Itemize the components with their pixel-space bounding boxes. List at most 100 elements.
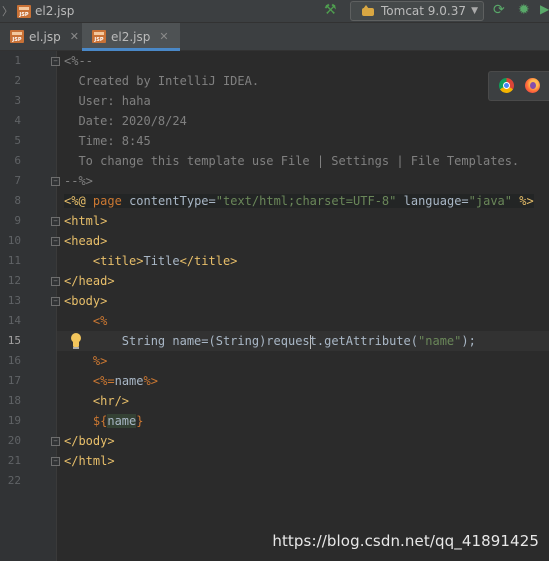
tomcat-icon [361, 5, 375, 17]
run-configuration-label: Tomcat 9.0.37 [381, 4, 466, 18]
value-contentType: "text/html;charset=UTF-8" [215, 194, 397, 208]
code-line-13: <body> [64, 294, 108, 308]
line-number: 6 [14, 154, 21, 167]
gutter-divider [56, 51, 57, 561]
tab-label: el2.jsp [111, 29, 151, 44]
line-number: 22 [7, 474, 21, 487]
scriptlet-close: %> [92, 354, 108, 368]
line-number: 16 [7, 354, 21, 367]
code-line-12: </head> [64, 274, 115, 288]
fold-marker[interactable]: − [51, 57, 60, 66]
close-icon[interactable]: ✕ [159, 30, 168, 43]
fold-marker[interactable]: − [51, 457, 60, 466]
code-line-8: <%@ page contentType="text/html;charset=… [64, 191, 534, 211]
run-configuration-select[interactable]: Tomcat 9.0.37 ▼ [350, 1, 484, 21]
line-number: 19 [7, 414, 21, 427]
attr-contentType: contentType= [129, 194, 216, 208]
run-icon[interactable]: ▶ [540, 2, 549, 16]
fold-marker[interactable]: − [51, 437, 60, 446]
code-editor[interactable]: 1 2 3 4 5 6 7 8 9 10 11 12 13 14 15 16 17 18 19 20 21 22 − − … [0, 51, 549, 561]
el-open: ${ [92, 414, 108, 428]
attr-language: language= [403, 194, 469, 208]
title-close-tag: </title> [179, 254, 238, 268]
code-line-10: <head> [64, 234, 108, 248]
code-line-14: <% [64, 311, 107, 331]
code-line-1: <%-- [64, 54, 93, 68]
line-number: 11 [7, 254, 21, 267]
code-before-caret: String name=(String)reques [121, 334, 310, 348]
fold-marker[interactable]: − [51, 237, 60, 246]
line-number: 17 [7, 374, 21, 387]
expression-open: <%= [92, 374, 115, 388]
hr-tag: <hr/> [92, 394, 130, 408]
tab-label: el.jsp [29, 29, 61, 44]
chevron-down-icon: ▼ [471, 6, 478, 16]
code-line-2: Created by IntelliJ IDEA. [64, 74, 260, 88]
jsp-file-icon: JSP [17, 4, 31, 18]
code-line-19: ${name} [64, 411, 144, 431]
code-line-18: <hr/> [64, 391, 129, 411]
line-number: 12 [7, 274, 21, 287]
fold-marker[interactable]: − [51, 177, 60, 186]
tab-el-jsp[interactable]: JSP el.jsp ✕ [0, 23, 82, 50]
code-line-20: </body> [64, 434, 115, 448]
expression-close: %> [143, 374, 158, 388]
breadcrumb[interactable]: 〉 JSP el2.jsp [2, 3, 74, 19]
expression-text: name [114, 374, 144, 388]
line-number: 10 [7, 234, 21, 247]
line-number: 2 [14, 74, 21, 87]
line-number: 3 [14, 94, 21, 107]
code-line-9: <html> [64, 214, 108, 228]
line-number: 21 [7, 454, 21, 467]
code-line-3: User: haha [64, 94, 151, 108]
line-number: 15 [7, 334, 21, 347]
hammer-icon[interactable]: ⚒ [324, 2, 337, 18]
el-variable: name [107, 414, 137, 428]
string-literal: "name" [418, 334, 462, 348]
value-language: "java" [468, 194, 513, 208]
directive-open: <%@ [64, 194, 86, 208]
line-number: 8 [14, 194, 21, 207]
line-number: 5 [14, 134, 21, 147]
firefox-icon[interactable] [525, 78, 540, 93]
directive-close: %> [519, 194, 534, 208]
scriptlet-open: <% [92, 314, 108, 328]
fold-marker[interactable]: − [51, 297, 60, 306]
fold-marker[interactable]: − [51, 217, 60, 226]
directive-page: page [92, 194, 122, 208]
code-line-11: <title>Title</title> [64, 251, 238, 271]
jsp-file-icon: JSP [92, 30, 106, 43]
jsp-file-icon: JSP [10, 30, 24, 43]
code-line-15: String name=(String)request.getAttribute… [64, 331, 476, 351]
fold-marker[interactable]: − [51, 277, 60, 286]
line-number: 20 [7, 434, 21, 447]
line-number: 4 [14, 114, 21, 127]
line-number: 7 [14, 174, 21, 187]
code-line-17: <%=name%> [64, 371, 158, 391]
debug-icon[interactable]: ✹ [518, 2, 530, 18]
code-line-4: Date: 2020/8/24 [64, 114, 187, 128]
watermark: https://blog.csdn.net/qq_41891425 [272, 532, 539, 550]
navigation-bar: 〉 JSP el2.jsp ⚒ Tomcat 9.0.37 ▼ ⟳ ✹ ▶ [0, 0, 549, 23]
browser-preview-popup [488, 71, 549, 101]
line-number: 14 [7, 314, 21, 327]
code-line-21: </html> [64, 454, 115, 468]
title-text: Title [143, 254, 180, 268]
breadcrumb-separator: 〉 [2, 5, 13, 18]
breadcrumb-file[interactable]: el2.jsp [35, 4, 74, 18]
line-number: 1 [14, 54, 21, 67]
close-icon[interactable]: ✕ [70, 30, 79, 43]
line-number: 18 [7, 394, 21, 407]
code-after-caret: t.getAttribute( [309, 334, 419, 348]
code-end: ); [461, 334, 476, 348]
code-line-5: Time: 8:45 [64, 134, 151, 148]
title-open-tag: <title> [92, 254, 144, 268]
tab-el2-jsp[interactable]: JSP el2.jsp ✕ [82, 23, 180, 51]
chrome-icon[interactable] [499, 78, 514, 93]
code-line-6: To change this template use File | Setti… [64, 154, 520, 168]
line-number: 13 [7, 294, 21, 307]
code-line-16: %> [64, 351, 107, 371]
editor-tab-bar: JSP el.jsp ✕ JSP el2.jsp ✕ [0, 23, 549, 51]
line-number: 9 [14, 214, 21, 227]
rerun-icon[interactable]: ⟳ [493, 2, 505, 18]
